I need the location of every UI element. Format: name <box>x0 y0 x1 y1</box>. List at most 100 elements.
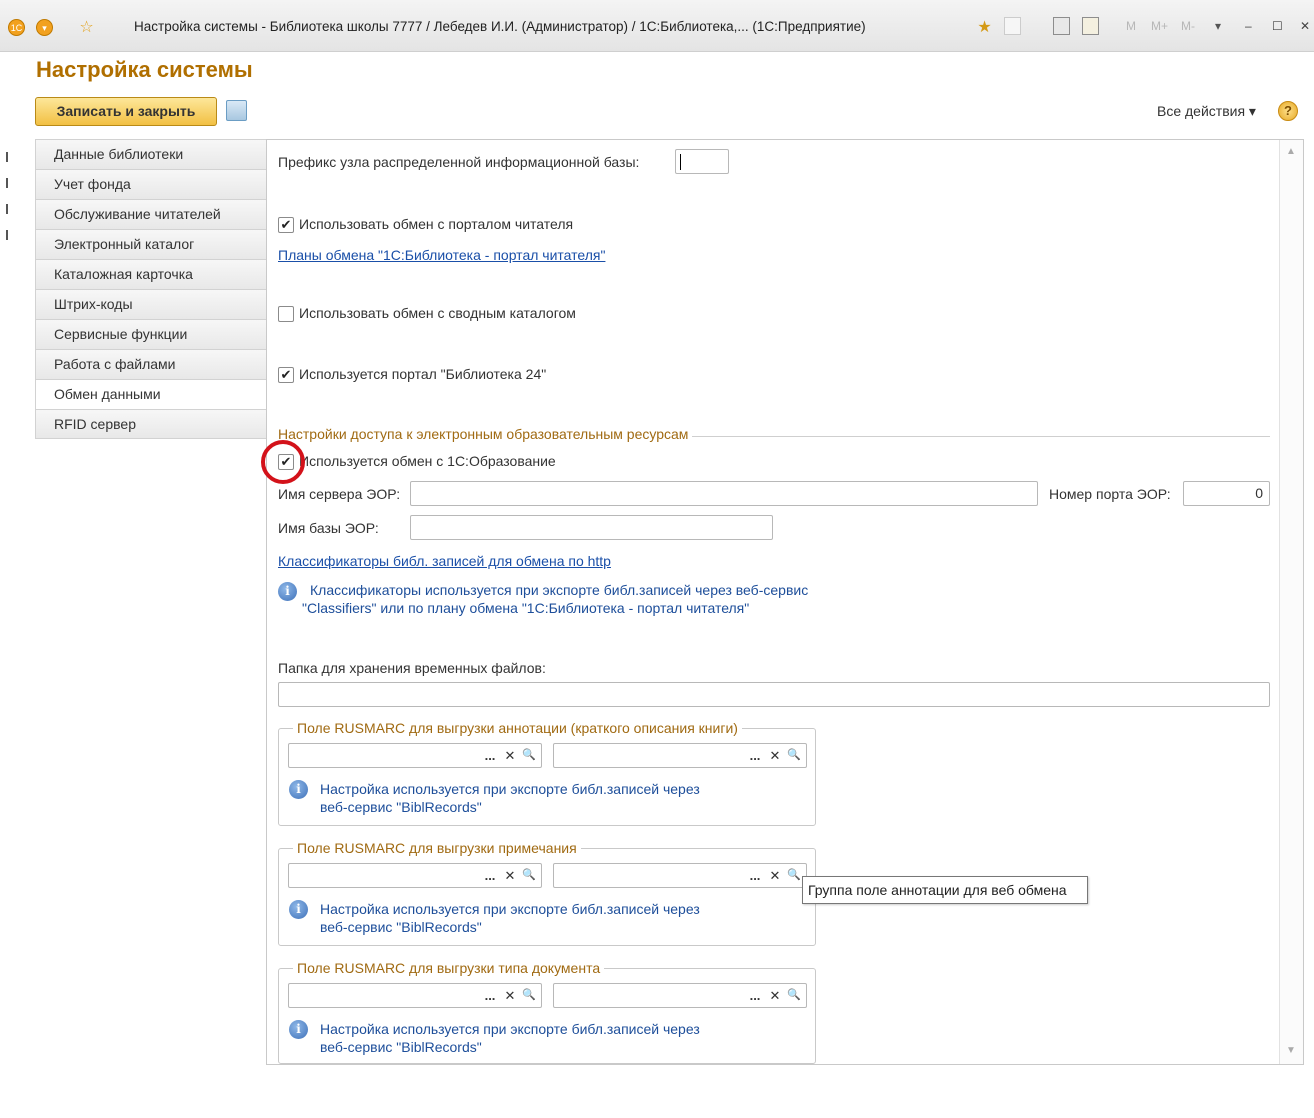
clear-icon[interactable]: ✕ <box>766 984 784 1009</box>
settings-sidebar: Данные библиотеки Учет фонда Обслуживани… <box>35 139 267 439</box>
edge-tick <box>6 230 8 240</box>
search-icon[interactable]: 🔍 <box>784 984 804 1009</box>
eor-section-title: Настройки доступа к электронным образова… <box>278 426 693 442</box>
eor-server-input[interactable] <box>410 481 1038 506</box>
memory-m-button[interactable]: M <box>1126 19 1136 33</box>
library24-label[interactable]: Используется портал "Библиотека 24" <box>299 366 546 382</box>
classifiers-info-line1: Классификаторы используется при экспорте… <box>310 582 809 598</box>
portal-exchange-label[interactable]: Использовать обмен с порталом читателя <box>299 216 573 232</box>
clear-icon[interactable]: ✕ <box>501 984 519 1009</box>
left-edge-strip <box>0 52 22 1118</box>
memory-plus-button[interactable]: M+ <box>1151 19 1168 33</box>
sidebar-item-reader-service[interactable]: Обслуживание читателей <box>35 199 267 229</box>
select-button[interactable]: ... <box>746 864 764 889</box>
notes-group-title: Поле RUSMARC для выгрузки примечания <box>293 840 581 856</box>
prefix-input[interactable] <box>675 149 729 174</box>
scroll-down-icon[interactable]: ▼ <box>1283 1043 1299 1059</box>
edge-tick <box>6 152 8 162</box>
memory-minus-button[interactable]: M- <box>1181 19 1195 33</box>
clear-icon[interactable]: ✕ <box>766 744 784 769</box>
doc-type-field-input-2[interactable]: ... ✕ 🔍 <box>553 983 807 1008</box>
select-button[interactable]: ... <box>746 984 764 1009</box>
eor-db-input[interactable] <box>410 515 773 540</box>
menu-arrow-icon[interactable]: ▾ <box>36 19 53 36</box>
search-icon[interactable]: 🔍 <box>519 984 539 1009</box>
clear-icon[interactable]: ✕ <box>501 744 519 769</box>
notes-info-line1: Настройка используется при экспорте библ… <box>320 901 700 917</box>
all-actions-menu[interactable]: Все действия ▾ <box>1157 103 1256 120</box>
select-button[interactable]: ... <box>481 984 499 1009</box>
eor-exchange-label[interactable]: Используется обмен с 1С:Образование <box>299 453 556 469</box>
doc-type-field-input-1[interactable]: ... ✕ 🔍 <box>288 983 542 1008</box>
search-icon[interactable]: 🔍 <box>784 744 804 769</box>
save-and-close-button[interactable]: Записать и закрыть <box>35 97 217 126</box>
clear-icon[interactable]: ✕ <box>501 864 519 889</box>
eor-port-value: 0 <box>1255 485 1263 501</box>
annotation-field-input-1[interactable]: ... ✕ 🔍 <box>288 743 542 768</box>
doc-type-info-line1: Настройка используется при экспорте библ… <box>320 1021 700 1037</box>
search-icon[interactable]: 🔍 <box>519 864 539 889</box>
eor-port-input[interactable]: 0 <box>1183 481 1270 506</box>
window-titlebar: 1С ▾ ☆ Настройка системы - Библиотека шк… <box>0 0 1314 52</box>
clear-icon[interactable]: ✕ <box>766 864 784 889</box>
edge-tick <box>6 204 8 214</box>
doc-type-group-title: Поле RUSMARC для выгрузки типа документа <box>293 960 605 976</box>
sidebar-item-service-functions[interactable]: Сервисные функции <box>35 319 267 349</box>
text-cursor <box>680 154 681 170</box>
temp-folder-input[interactable] <box>278 682 1270 707</box>
eor-db-label: Имя базы ЭОР: <box>278 520 379 536</box>
sidebar-item-library-data[interactable]: Данные библиотеки <box>35 139 267 169</box>
notes-field-input-2[interactable]: ... ✕ 🔍 <box>553 863 807 888</box>
info-icon: i <box>289 780 308 799</box>
scroll-up-icon[interactable]: ▲ <box>1283 144 1299 160</box>
save-disk-icon[interactable] <box>226 100 247 121</box>
dropdown-icon[interactable]: ▾ <box>1215 19 1221 33</box>
edge-tick <box>6 178 8 188</box>
portal-exchange-checkbox[interactable]: ✔ <box>278 217 294 233</box>
help-icon[interactable]: ? <box>1278 101 1298 121</box>
page-title: Настройка системы <box>36 57 253 82</box>
prefix-label: Префикс узла распределенной информационн… <box>278 154 640 170</box>
select-button[interactable]: ... <box>746 744 764 769</box>
close-icon[interactable]: ✕ <box>1300 19 1310 33</box>
temp-folder-label: Папка для хранения временных файлов: <box>278 660 546 676</box>
annotation-info-line2: веб-сервис "BiblRecords" <box>320 799 482 815</box>
notes-field-input-1[interactable]: ... ✕ 🔍 <box>288 863 542 888</box>
maximize-icon[interactable]: ☐ <box>1272 19 1283 33</box>
sidebar-item-rfid-server[interactable]: RFID сервер <box>35 409 267 439</box>
sidebar-item-barcodes[interactable]: Штрих-коды <box>35 289 267 319</box>
info-icon: i <box>289 1020 308 1039</box>
summary-catalog-checkbox[interactable] <box>278 306 294 322</box>
sidebar-item-data-exchange[interactable]: Обмен данными <box>35 379 267 409</box>
library24-checkbox[interactable]: ✔ <box>278 367 294 383</box>
minimize-icon[interactable]: – <box>1245 19 1252 33</box>
app-logo-icon[interactable]: 1С <box>8 19 25 36</box>
sidebar-item-files[interactable]: Работа с файлами <box>35 349 267 379</box>
calculator-icon[interactable] <box>1053 17 1070 35</box>
classifiers-link[interactable]: Классификаторы библ. записей для обмена … <box>278 553 611 569</box>
favorites-star-icon[interactable]: ☆ <box>78 19 95 36</box>
doc-type-info-line2: веб-сервис "BiblRecords" <box>320 1039 482 1055</box>
search-icon[interactable]: 🔍 <box>784 864 804 889</box>
vertical-scrollbar[interactable] <box>1279 140 1303 1064</box>
summary-catalog-label[interactable]: Использовать обмен с сводным каталогом <box>299 305 576 321</box>
info-icon: i <box>278 582 297 601</box>
sidebar-item-fund-accounting[interactable]: Учет фонда <box>35 169 267 199</box>
exchange-plans-link[interactable]: Планы обмена "1С:Библиотека - портал чит… <box>278 247 605 263</box>
link-icon[interactable] <box>1004 17 1021 35</box>
annotation-field-input-2[interactable]: ... ✕ 🔍 <box>553 743 807 768</box>
classifiers-info-line2: "Classifiers" или по плану обмена "1С:Би… <box>302 600 750 616</box>
sidebar-item-catalog-card[interactable]: Каталожная карточка <box>35 259 267 289</box>
add-favorite-star-icon[interactable]: ★ <box>976 19 993 36</box>
tooltip: Группа поле аннотации для веб обмена <box>802 876 1088 904</box>
annotation-info-line1: Настройка используется при экспорте библ… <box>320 781 700 797</box>
search-icon[interactable]: 🔍 <box>519 744 539 769</box>
sidebar-item-e-catalog[interactable]: Электронный каталог <box>35 229 267 259</box>
calendar-icon[interactable] <box>1082 17 1099 35</box>
annotation-group-title: Поле RUSMARC для выгрузки аннотации (кра… <box>293 720 742 736</box>
select-button[interactable]: ... <box>481 864 499 889</box>
select-button[interactable]: ... <box>481 744 499 769</box>
highlight-circle <box>261 440 305 484</box>
eor-port-label: Номер порта ЭОР: <box>1049 486 1171 502</box>
window-title: Настройка системы - Библиотека школы 777… <box>134 19 866 34</box>
